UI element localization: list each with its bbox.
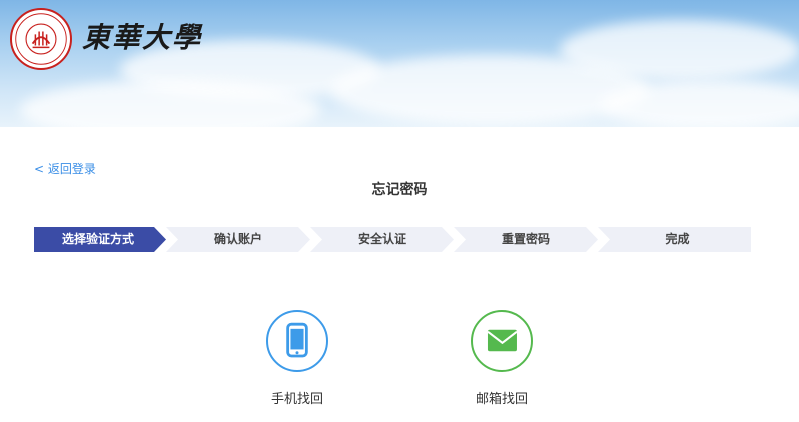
- phone-icon: [286, 322, 308, 358]
- progress-steps: 选择验证方式 确认账户 安全认证 重置密码 完成: [34, 227, 751, 252]
- step-reset-password: 重置密码: [501, 232, 550, 246]
- step-security-auth: 安全认证: [357, 232, 406, 246]
- mail-icon: [487, 329, 518, 352]
- header-banner: 東華大學: [0, 0, 799, 127]
- university-name-logo: 東華大學: [82, 21, 203, 54]
- page-title: 忘记密码: [371, 182, 428, 198]
- step-complete: 完成: [665, 232, 690, 246]
- university-seal-logo: [10, 8, 72, 70]
- back-to-login-link[interactable]: < 返回登录: [34, 160, 96, 177]
- phone-recovery-option[interactable]: 手机找回: [247, 310, 347, 407]
- phone-recovery-label: 手机找回: [270, 392, 323, 407]
- email-recovery-option[interactable]: 邮箱找回: [452, 310, 552, 407]
- email-recovery-label: 邮箱找回: [475, 392, 528, 407]
- email-recovery-button[interactable]: [471, 310, 533, 372]
- phone-recovery-button[interactable]: [266, 310, 328, 372]
- step-select-method: 选择验证方式: [61, 232, 134, 246]
- step-confirm-account: 确认账户: [213, 232, 262, 246]
